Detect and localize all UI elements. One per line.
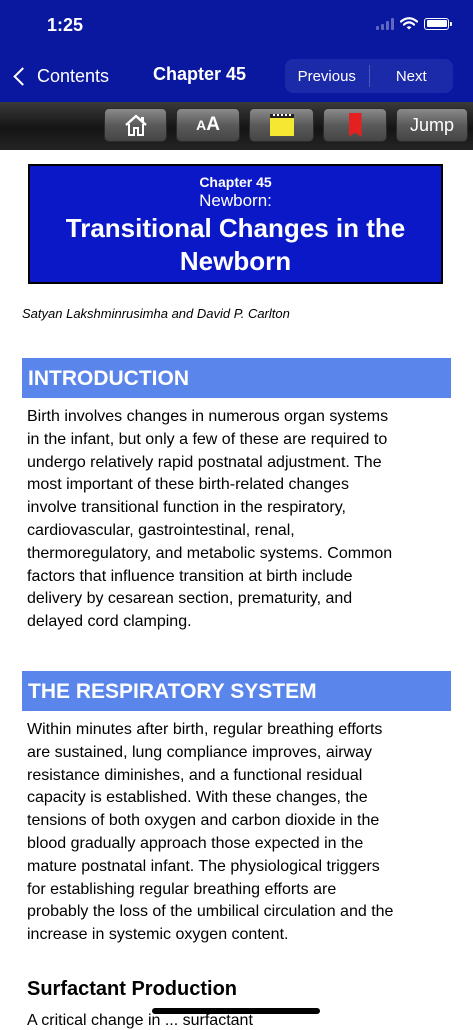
text-line: mature postnatal infant. The physiologic… — [27, 857, 380, 875]
chapter-navigation-segment: Previous Next — [285, 59, 453, 93]
jump-button[interactable]: Jump — [396, 108, 468, 142]
home-indicator[interactable] — [152, 1008, 320, 1014]
notes-button[interactable] — [249, 108, 314, 142]
section-body-respiratory-system: Within minutes after birth, regular brea… — [27, 719, 451, 947]
text-line: delayed cord clamping. — [27, 613, 192, 631]
text-line: are sustained, lung compliance improves,… — [27, 743, 373, 761]
font-size-large-a: A — [206, 114, 220, 135]
section-body-introduction: Birth involves changes in numerous organ… — [27, 406, 451, 634]
back-to-contents-button[interactable]: Contents — [12, 62, 109, 90]
status-icons — [376, 17, 452, 30]
text-line: cardiovascular, gastrointestinal, renal, — [27, 521, 295, 539]
subsection-heading-surfactant: Surfactant Production — [27, 978, 238, 1000]
home-button[interactable] — [104, 108, 167, 142]
status-time: 1:25 — [47, 15, 84, 35]
section-heading-introduction: INTRODUCTION — [22, 358, 451, 398]
chapter-subtitle: Newborn: — [199, 191, 272, 210]
chapter-number: Chapter 45 — [199, 174, 272, 190]
section-heading-respiratory-system: THE RESPIRATORY SYSTEM — [22, 671, 451, 711]
text-line: Birth involves changes in numerous organ… — [27, 408, 389, 425]
text-line: capacity is established. With these chan… — [27, 789, 368, 807]
next-button[interactable]: Next — [370, 68, 454, 85]
cellular-signal-icon — [376, 17, 394, 30]
notepad-icon — [269, 114, 294, 136]
font-size-button[interactable]: AA — [176, 108, 240, 142]
clipped-paragraph-text: A critical change in ... surfactant — [27, 1012, 253, 1029]
reader-toolbar: AA Jump — [0, 102, 473, 150]
bookmark-button[interactable] — [323, 108, 387, 142]
chapter-title-line-1: Transitional Changes in the — [65, 213, 406, 243]
text-line: factors that influence transition at bir… — [27, 567, 353, 585]
text-line: undergo relatively rapid postnatal adjus… — [27, 453, 382, 471]
text-line: probably the loss of the umbilical circu… — [27, 903, 394, 921]
text-line: for establishing regular breathing effor… — [27, 880, 337, 898]
previous-button[interactable]: Previous — [285, 68, 369, 85]
text-line: in the infant, but only a few of these a… — [27, 430, 388, 448]
text-line: tensions of both oxygen and carbon dioxi… — [27, 812, 380, 830]
back-label: Contents — [37, 65, 110, 86]
text-line: blood gradually approach those expected … — [27, 834, 364, 852]
text-line: increase in systemic oxygen content. — [27, 926, 289, 944]
font-size-small-a: A — [196, 117, 207, 133]
chapter-title: Transitional Changes in the Newborn — [30, 212, 441, 278]
text-line: Within minutes after birth, regular brea… — [27, 721, 383, 738]
home-icon — [124, 114, 147, 136]
text-line: thermoregulatory, and metabolic systems.… — [27, 544, 393, 562]
chapter-title-box: Chapter 45 Newborn: Transitional Changes… — [28, 164, 443, 284]
chevron-left-icon — [13, 66, 32, 86]
bookmark-icon — [348, 113, 362, 137]
chapter-title-line-2: Newborn — [179, 246, 292, 276]
text-line: delivery by cesarean section, prematurit… — [27, 590, 353, 608]
chapter-authors: Satyan Lakshminrusimha and David P. Carl… — [22, 306, 290, 321]
text-line: involve transitional function in the res… — [27, 499, 346, 517]
status-bar: 1:25 — [0, 0, 473, 50]
wifi-icon — [400, 17, 418, 30]
navigation-bar: 1:25 Contents Chapter 45 Previous Next — [0, 0, 473, 102]
battery-icon — [424, 17, 452, 30]
text-line: resistance diminishes, and a functional … — [27, 766, 363, 784]
text-line: most important of these birth-related ch… — [27, 476, 349, 494]
page-title: Chapter 45 — [153, 64, 247, 84]
